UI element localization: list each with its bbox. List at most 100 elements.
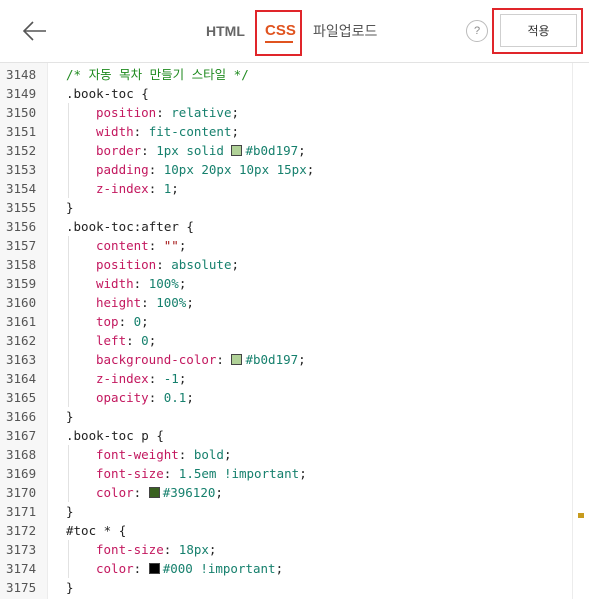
code-line[interactable]: 3155} [0,198,572,217]
code-line[interactable]: 3158 position: absolute; [0,255,572,274]
code-text: } [66,502,74,521]
indent-guide [68,122,69,141]
token-prop: content [96,238,149,253]
code-line[interactable]: 3163 background-color: #b0d197; [0,350,572,369]
line-number: 3154 [6,181,37,196]
editor-scrollbar[interactable] [572,63,589,599]
token-punc: : [148,390,164,405]
code-line[interactable]: 3166} [0,407,572,426]
code-line[interactable]: 3159 width: 100%; [0,274,572,293]
line-number: 3162 [6,333,37,348]
line-number: 3175 [6,580,37,595]
code-line[interactable]: 3148 /* 자동 목차 만들기 스타일 */ [0,65,572,84]
indent-guide [68,369,69,388]
code-line[interactable]: 3173 font-size: 18px; [0,540,572,559]
code-line[interactable]: 3172 #toc * { [0,521,572,540]
code-text: font-weight: bold; [96,445,232,464]
code-line[interactable]: 3174 color: #000 !important; [0,559,572,578]
line-number: 3170 [6,485,37,500]
token-val: relative [171,105,232,120]
back-arrow-icon[interactable] [20,18,50,44]
token-punc: : [118,314,134,329]
indent-guide [68,274,69,293]
color-swatch-icon[interactable] [148,563,160,574]
code-text: opacity: 0.1; [96,388,194,407]
token-prop: left [96,333,127,348]
code-line[interactable]: 3161 top: 0; [0,312,572,331]
token-punc: : [141,143,157,158]
color-swatch-icon[interactable] [231,354,243,365]
code-editor[interactable]: 3148/* 자동 목차 만들기 스타일 */3149 .book-toc {31… [0,63,589,599]
token-punc: : [148,162,164,177]
code-text: content: ""; [96,236,186,255]
code-text: background-color: #b0d197; [96,350,306,369]
color-swatch-icon[interactable] [231,145,243,156]
indent-guide [68,179,69,198]
code-text: } [66,198,74,217]
code-text: height: 100%; [96,293,194,312]
indent-guide [68,388,69,407]
code-line[interactable]: 3169 font-size: 1.5em !important; [0,464,572,483]
token-punc: ; [223,447,232,462]
code-lines[interactable]: 3148/* 자동 목차 만들기 스타일 */3149 .book-toc {31… [0,63,572,599]
token-val: bold [193,447,224,462]
token-prop: height [96,295,142,310]
indent-guide [68,160,69,179]
apply-button[interactable]: 적용 [500,14,577,47]
code-line[interactable]: 3170 color: #396120; [0,483,572,502]
color-swatch-icon[interactable] [148,487,160,498]
token-punc: { [156,428,164,443]
code-text: width: 100%; [96,274,186,293]
code-text: position: absolute; [96,255,239,274]
code-text: color: #396120; [96,483,223,502]
code-line[interactable]: 3175} [0,578,572,597]
code-line[interactable]: 3157 content: ""; [0,236,572,255]
code-line[interactable]: 3150 position: relative; [0,103,572,122]
code-line[interactable]: 3167 .book-toc p { [0,426,572,445]
help-icon[interactable]: ? [466,20,488,42]
token-val: 0 [141,333,149,348]
code-line[interactable]: 3162 left: 0; [0,331,572,350]
code-line[interactable]: 3164 z-index: -1; [0,369,572,388]
code-line[interactable]: 3149 .book-toc { [0,84,572,103]
token-sel: #toc * [66,523,119,538]
code-line[interactable]: 3168 font-weight: bold; [0,445,572,464]
indent-guide [68,255,69,274]
token-val: 100% [148,276,179,291]
code-line[interactable]: 3160 height: 100%; [0,293,572,312]
token-val: #b0d197 [245,143,299,158]
token-punc: ; [231,124,240,139]
code-line[interactable]: 3165 opacity: 0.1; [0,388,572,407]
token-punc: ; [298,352,306,367]
tab-css[interactable]: CSS [265,22,296,40]
token-str: "" [163,238,179,253]
token-val: 10px 20px 10px 15px [163,162,307,177]
code-line[interactable]: 3152 border: 1px solid #b0d197; [0,141,572,160]
token-sel: .book-toc:after [66,219,187,234]
code-line[interactable]: 3156 .book-toc:after { [0,217,572,236]
line-number: 3167 [6,428,37,443]
code-line[interactable]: 3153 padding: 10px 20px 10px 15px; [0,160,572,179]
indent-guide [68,293,69,312]
token-val: -1 [163,371,179,386]
token-prop: padding [96,162,149,177]
token-punc: ; [208,542,217,557]
token-prop: width [96,124,134,139]
token-punc: : [163,542,179,557]
token-prop: width [96,276,134,291]
line-number: 3160 [6,295,37,310]
code-line[interactable]: 3154 z-index: 1; [0,179,572,198]
token-punc: ; [215,485,223,500]
code-text: padding: 10px 20px 10px 15px; [96,160,314,179]
code-text: } [66,578,74,597]
indent-guide [68,312,69,331]
code-line[interactable]: 3151 width: fit-content; [0,122,572,141]
indent-guide [68,103,69,122]
tab-html[interactable]: HTML [206,22,245,40]
line-number: 3153 [6,162,37,177]
token-punc: { [118,523,127,538]
code-text: #toc * { [66,521,126,540]
token-punc: : [148,238,164,253]
tab-file-upload[interactable]: 파일업로드 [313,22,377,40]
code-line[interactable]: 3171} [0,502,572,521]
